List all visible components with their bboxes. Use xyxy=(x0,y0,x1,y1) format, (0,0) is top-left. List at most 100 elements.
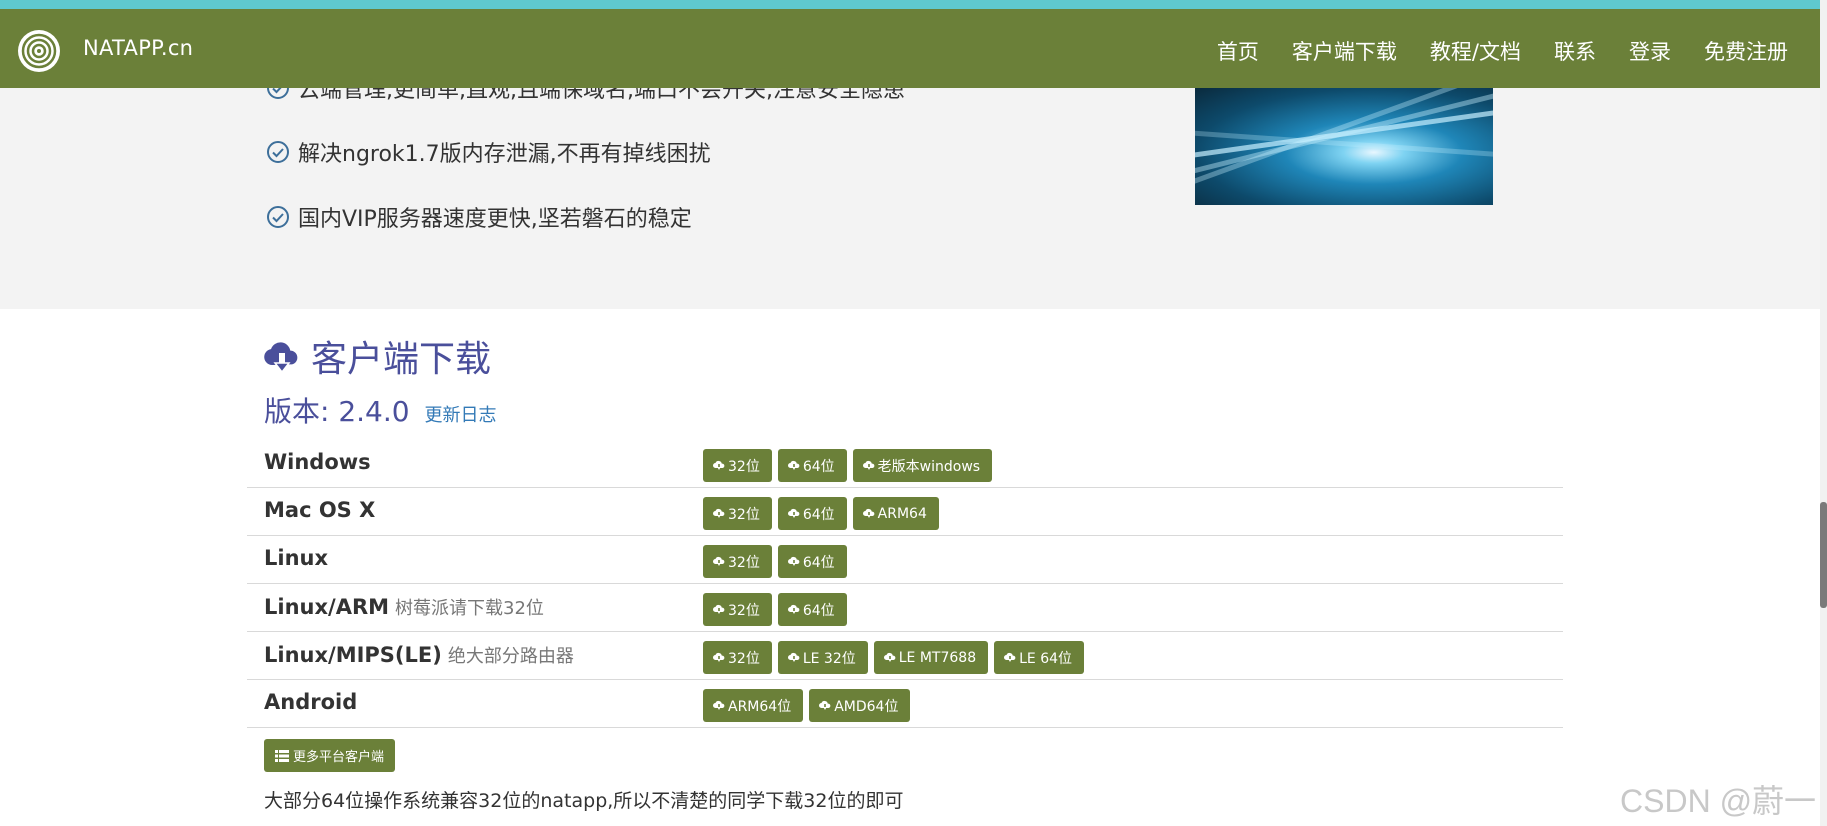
download-button[interactable]: ARM64 xyxy=(852,497,939,530)
feature-item: 解决ngrok1.7版内存泄漏,不再有掉线困扰 xyxy=(266,136,711,168)
download-button[interactable]: 32位 xyxy=(703,593,772,626)
download-button-label: 32位 xyxy=(728,506,760,523)
download-button[interactable]: 32位 xyxy=(703,545,772,578)
download-button-label: LE MT7688 xyxy=(898,649,977,666)
download-buttons: 32位 64位 xyxy=(703,593,847,626)
cloud-download-icon xyxy=(1004,652,1016,662)
cloud-download-icon xyxy=(713,508,725,518)
download-button-label: 64位 xyxy=(802,458,835,475)
download-button[interactable]: LE 32位 xyxy=(777,641,868,674)
cloud-download-icon xyxy=(862,460,875,470)
brand-name[interactable]: NATAPP.cn xyxy=(83,36,193,60)
scrollbar-track[interactable] xyxy=(1820,0,1827,826)
cloud-download-icon xyxy=(862,508,875,518)
download-button[interactable]: 32位 xyxy=(703,449,772,482)
feature-item: 云端管理,更简单,直观,且端保域名,端口不会开关,注意安全隐患 xyxy=(266,88,905,104)
check-circle-icon xyxy=(267,88,289,99)
download-buttons: 32位 64位 老版本windows xyxy=(703,449,993,482)
scrollbar-thumb[interactable] xyxy=(1820,502,1827,608)
download-button-label: ARM64位 xyxy=(728,698,792,715)
cloud-download-icon xyxy=(819,700,831,710)
download-buttons: 32位 64位 xyxy=(703,545,847,578)
download-title-text: 客户端下载 xyxy=(311,339,492,380)
cloud-download-icon xyxy=(713,460,725,470)
more-platforms-button[interactable]: 更多平台客户端 xyxy=(264,739,396,772)
os-label: Linux xyxy=(264,546,329,570)
download-button-label: 64位 xyxy=(802,554,835,571)
feature-item: 国内VIP服务器速度更快,坚若磐石的稳定 xyxy=(266,201,692,233)
os-note: 树莓派请下载32位 xyxy=(395,598,544,619)
download-button-label: 64位 xyxy=(802,602,835,619)
download-row: Linux 32位 64位 xyxy=(247,536,1563,584)
download-button[interactable]: 32位 xyxy=(703,497,772,530)
download-button[interactable]: ARM64位 xyxy=(703,689,804,722)
download-button-label: 64位 xyxy=(802,506,835,523)
download-section-title: 客户端下载 xyxy=(263,330,491,382)
cloud-download-icon xyxy=(787,652,800,662)
download-button-label: 32位 xyxy=(728,554,760,571)
download-button-label: 32位 xyxy=(728,602,760,619)
cloud-download-icon xyxy=(787,460,800,470)
download-buttons: ARM64位 AMD64位 xyxy=(703,689,911,722)
more-platforms-label: 更多平台客户端 xyxy=(293,750,385,765)
hero-section: 云端管理,更简单,直观,且端保域名,端口不会开关,注意安全隐患 解决ngrok1… xyxy=(0,88,1827,309)
version-label: 版本: 2.4.0 xyxy=(264,395,410,428)
check-circle-icon xyxy=(267,141,289,163)
download-button[interactable]: 64位 xyxy=(777,545,847,578)
nav-menu: 首页 客户端下载 教程/文档 联系 登录 免费注册 xyxy=(1184,36,1788,66)
os-label: Linux/ARM xyxy=(264,595,390,619)
list-icon xyxy=(275,749,289,762)
changelog-link[interactable]: 更新日志 xyxy=(425,405,497,426)
download-button-label: 老版本windows xyxy=(877,458,981,475)
download-hint: 大部分64位操作系统兼容32位的natapp,所以不清楚的同学下载32位的即可 xyxy=(264,790,904,812)
nav-item-register[interactable]: 免费注册 xyxy=(1704,36,1788,66)
download-button-label: 32位 xyxy=(728,650,760,667)
check-circle-icon xyxy=(267,206,289,228)
os-label: Linux/MIPS(LE) xyxy=(264,643,442,667)
cloud-download-icon xyxy=(787,556,800,566)
os-name: Mac OS X xyxy=(264,498,375,522)
download-buttons: 32位 LE 32位 LE MT7688 LE 64位 xyxy=(703,641,1085,674)
os-name: Android xyxy=(264,690,357,714)
download-button[interactable]: LE 64位 xyxy=(994,641,1085,674)
nav-item-client-download[interactable]: 客户端下载 xyxy=(1292,36,1397,66)
nav-item-contact[interactable]: 联系 xyxy=(1554,36,1596,66)
cloud-download-icon xyxy=(883,652,896,662)
feature-text: 解决ngrok1.7版内存泄漏,不再有掉线困扰 xyxy=(298,142,711,167)
cloud-download-icon xyxy=(713,700,725,710)
download-button-label: LE 64位 xyxy=(1019,650,1073,667)
download-buttons: 32位 64位 ARM64 xyxy=(703,497,939,530)
navbar: NATAPP.cn 首页 客户端下载 教程/文档 联系 登录 免费注册 xyxy=(0,9,1820,88)
feature-text: 云端管理,更简单,直观,且端保域名,端口不会开关,注意安全隐患 xyxy=(298,88,905,103)
nav-item-home[interactable]: 首页 xyxy=(1217,36,1259,66)
cloud-download-icon xyxy=(787,508,800,518)
download-button-label: AMD64位 xyxy=(834,698,899,715)
os-label: Mac OS X xyxy=(264,498,376,522)
os-label: Android xyxy=(264,690,358,714)
cloud-download-icon xyxy=(787,604,800,614)
download-row: Windows 32位 64位 老版本windows xyxy=(247,440,1563,488)
cloud-download-icon xyxy=(713,604,725,614)
cloud-download-icon xyxy=(713,556,725,566)
feature-text: 国内VIP服务器速度更快,坚若磐石的稳定 xyxy=(298,207,692,232)
download-button-label: LE 32位 xyxy=(802,650,856,667)
download-row: Mac OS X 32位 64位 ARM64 xyxy=(247,488,1563,536)
download-button[interactable]: AMD64位 xyxy=(809,689,911,722)
cloud-download-icon xyxy=(264,342,298,374)
download-button[interactable]: 64位 xyxy=(777,593,847,626)
download-button[interactable]: 64位 xyxy=(777,449,847,482)
download-button[interactable]: LE MT7688 xyxy=(873,641,989,674)
download-button[interactable]: 64位 xyxy=(777,497,847,530)
version-line: 版本: 2.4.0 更新日志 xyxy=(264,390,497,430)
download-row: Android ARM64位 AMD64位 xyxy=(247,680,1563,728)
natapp-logo-icon[interactable] xyxy=(17,29,61,73)
nav-item-login[interactable]: 登录 xyxy=(1629,36,1671,66)
download-button[interactable]: 老版本windows xyxy=(852,449,993,482)
cloud-download-icon xyxy=(713,652,725,662)
os-note: 绝大部分路由器 xyxy=(447,646,574,667)
download-button[interactable]: 32位 xyxy=(703,641,772,674)
download-table: Windows 32位 64位 老版本windows Mac OS X 32位 64位 ARM… xyxy=(247,440,1563,728)
nav-item-docs[interactable]: 教程/文档 xyxy=(1430,36,1521,66)
download-button-label: 32位 xyxy=(728,458,760,475)
download-row: Linux/MIPS(LE) 绝大部分路由器 32位 LE 32位 LE MT7688 L… xyxy=(247,632,1563,680)
